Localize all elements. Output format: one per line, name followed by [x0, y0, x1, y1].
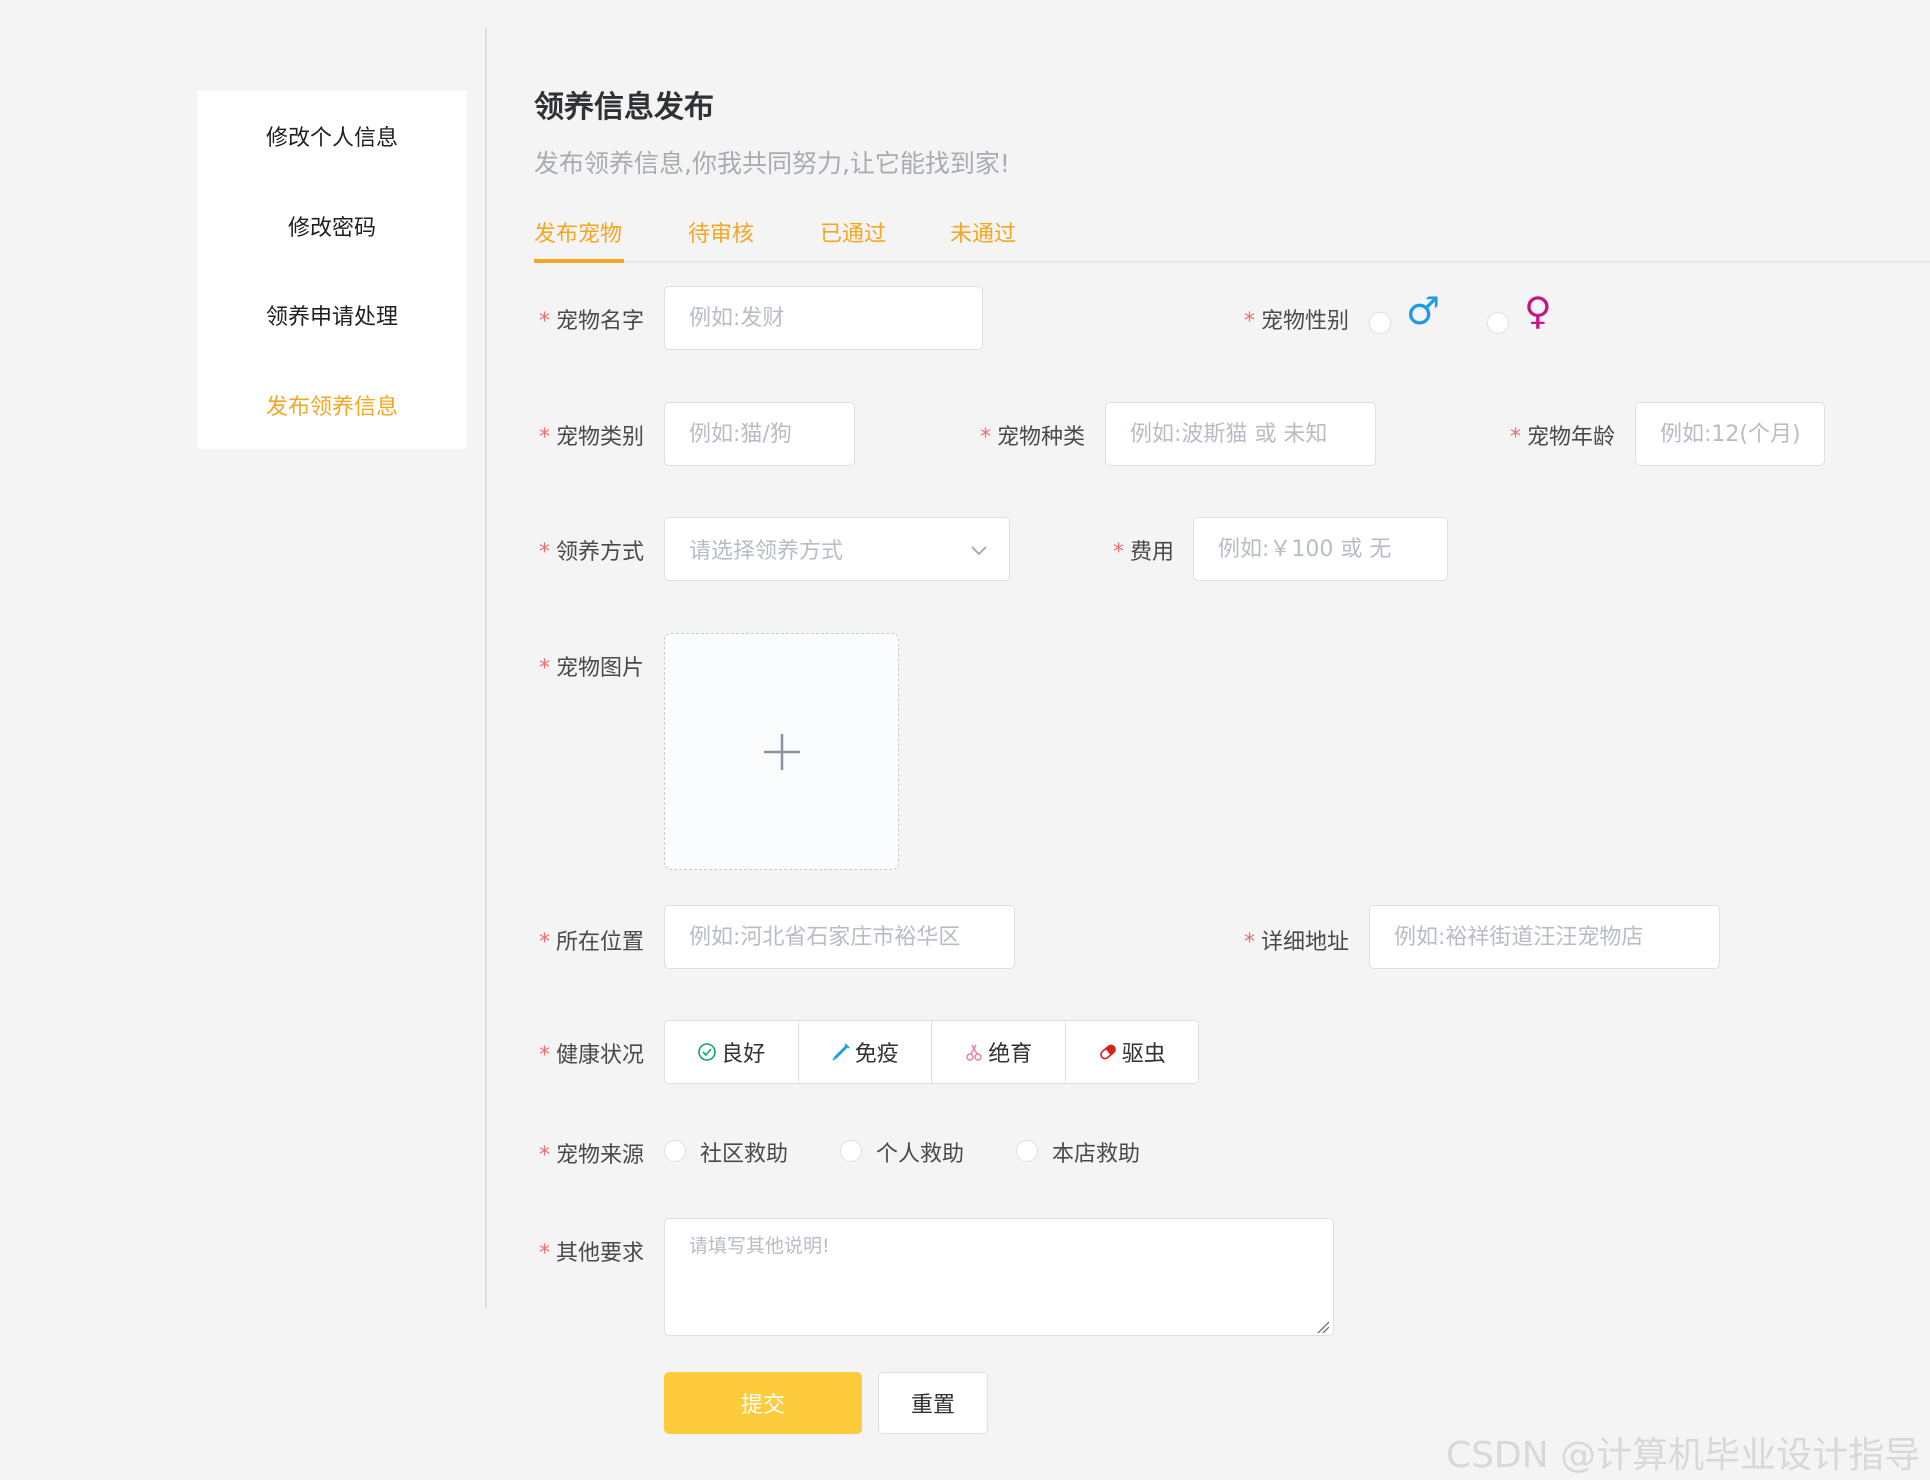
page-title: 领养信息发布: [534, 90, 714, 125]
page-subtitle: 发布领养信息,你我共同努力,让它能找到家!: [534, 149, 1010, 178]
tab-rejected[interactable]: 未通过: [950, 216, 1016, 248]
tab-pending-review[interactable]: 待审核: [688, 216, 754, 248]
tab-publish-pet[interactable]: 发布宠物: [534, 216, 622, 248]
health-checkbox-group: 良好 免疫 绝育 驱虫: [664, 1020, 1199, 1084]
check-circle-icon: [698, 1043, 717, 1061]
health-dewormed-button[interactable]: 驱虫: [1065, 1020, 1199, 1084]
vertical-divider: [485, 28, 487, 1308]
location-input[interactable]: [664, 905, 1015, 969]
source-personal-radio[interactable]: [840, 1140, 862, 1162]
pet-breed-label: * 宠物种类: [979, 425, 1085, 450]
reset-button[interactable]: 重置: [878, 1372, 988, 1434]
other-requirements-textarea[interactable]: [664, 1218, 1334, 1336]
pet-image-label: * 宠物图片: [538, 656, 644, 681]
adopt-method-label: * 领养方式: [538, 540, 644, 565]
source-option-label: 社区救助: [700, 1142, 789, 1167]
image-upload-box[interactable]: [664, 633, 899, 870]
tabs-baseline: [534, 261, 1930, 263]
source-label: * 宠物来源: [538, 1143, 644, 1168]
sidebar-item-adoption-requests[interactable]: 领养申请处理: [197, 285, 467, 345]
pet-gender-label: * 宠物性别: [1243, 309, 1349, 334]
health-label: * 健康状况: [538, 1043, 644, 1068]
syringe-icon: [832, 1043, 850, 1061]
select-placeholder: 请选择领养方式: [689, 539, 844, 564]
fee-label: * 费用: [1112, 540, 1174, 565]
address-input[interactable]: [1369, 905, 1720, 969]
sidebar-item-publish-adoption[interactable]: 发布领养信息: [197, 375, 467, 435]
source-store-radio[interactable]: [1016, 1140, 1038, 1162]
plus-icon: [764, 734, 800, 770]
sidebar-item-label: 发布领养信息: [265, 395, 398, 420]
sidebar-item-label: 修改密码: [287, 216, 376, 241]
active-tab-indicator: [534, 259, 624, 263]
health-good-button[interactable]: 良好: [664, 1020, 799, 1084]
health-neutered-button[interactable]: 绝育: [932, 1020, 1066, 1084]
source-community-radio[interactable]: [664, 1140, 686, 1162]
other-label: * 其他要求: [538, 1241, 644, 1266]
pet-breed-input[interactable]: [1105, 402, 1376, 466]
male-icon: ♂: [1406, 289, 1441, 333]
pet-age-label: * 宠物年龄: [1509, 425, 1615, 450]
address-label: * 详细地址: [1243, 930, 1349, 955]
pet-age-input[interactable]: [1635, 402, 1825, 466]
pet-name-input[interactable]: [664, 286, 983, 350]
sidebar-item-label: 修改个人信息: [265, 126, 398, 151]
health-vaccinated-button[interactable]: 免疫: [798, 1020, 932, 1084]
resize-handle-icon[interactable]: [1316, 1320, 1330, 1334]
source-option-label: 本店救助: [1052, 1142, 1141, 1167]
sidebar-menu: 修改个人信息 修改密码 领养申请处理 发布领养信息: [197, 91, 467, 449]
watermark: CSDN @计算机毕业设计指导: [1446, 1435, 1921, 1476]
pill-icon: [1099, 1044, 1116, 1060]
pet-category-label: * 宠物类别: [538, 425, 644, 450]
gender-female-radio[interactable]: [1487, 312, 1509, 334]
pet-category-input[interactable]: [664, 402, 855, 466]
sidebar-item-edit-profile[interactable]: 修改个人信息: [197, 106, 467, 166]
source-option-label: 个人救助: [876, 1142, 965, 1167]
adopt-method-select[interactable]: 请选择领养方式: [664, 517, 1010, 581]
fee-input[interactable]: [1193, 517, 1448, 581]
chevron-down-icon: [971, 546, 987, 556]
sidebar-item-change-password[interactable]: 修改密码: [197, 196, 467, 256]
sidebar-item-label: 领养申请处理: [265, 305, 398, 330]
location-label: * 所在位置: [538, 930, 644, 955]
female-icon: ♀: [1524, 289, 1552, 333]
scissors-icon: [966, 1044, 982, 1061]
pet-name-label: * 宠物名字: [538, 309, 644, 334]
tab-approved[interactable]: 已通过: [820, 216, 886, 248]
submit-button[interactable]: 提交: [664, 1372, 862, 1434]
gender-male-radio[interactable]: [1369, 312, 1391, 334]
